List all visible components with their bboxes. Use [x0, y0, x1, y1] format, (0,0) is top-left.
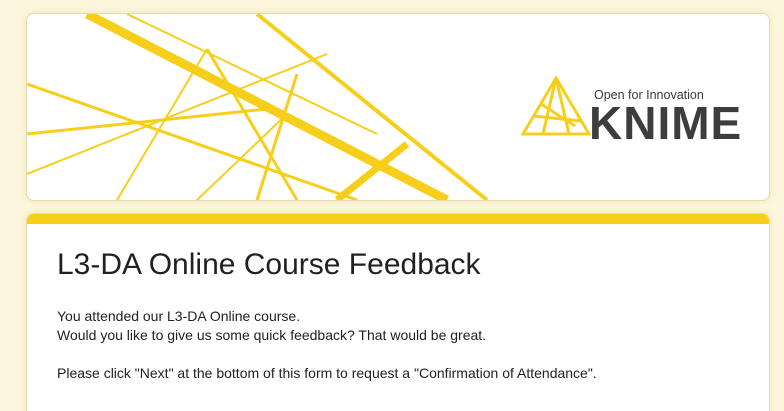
- description-line: You attended our L3-DA Online course.: [57, 308, 301, 324]
- logo-wordmark: KNIME: [589, 97, 743, 149]
- form-description: You attended our L3-DA Online course. Wo…: [57, 307, 597, 383]
- form-page: Open for Innovation KNIME L3-DA Online C…: [0, 0, 784, 411]
- description-line: Would you like to give us some quick fee…: [57, 327, 487, 343]
- form-header-card: L3-DA Online Course Feedback You attende…: [26, 213, 770, 411]
- accent-bar: [27, 214, 769, 224]
- knime-logo-icon: [521, 76, 591, 136]
- header-banner: Open for Innovation KNIME: [26, 13, 770, 201]
- description-line: Please click "Next" at the bottom of thi…: [57, 365, 597, 381]
- form-title: L3-DA Online Course Feedback: [57, 248, 481, 281]
